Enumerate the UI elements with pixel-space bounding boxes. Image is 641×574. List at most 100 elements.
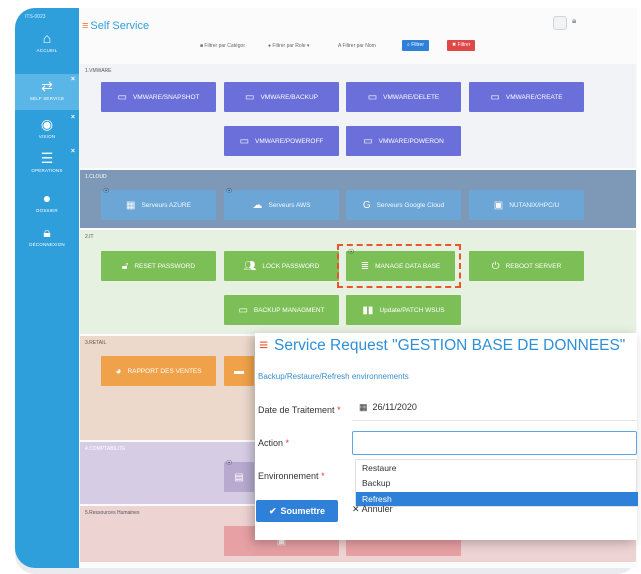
- section-label: 5.Ressources Humaines: [85, 510, 140, 516]
- tile-vmware-create[interactable]: ▭ VMWARE/CREATE: [469, 82, 584, 112]
- hdd-icon: ▭: [245, 91, 255, 103]
- tile-label: Update/PATCH WSUS: [379, 306, 445, 314]
- submit-label: Soumettre: [280, 506, 326, 516]
- modal-title-text: Service Request "GESTION BASE DE DONNEES…: [274, 337, 626, 354]
- action-label: Action *: [258, 438, 289, 448]
- calendar-icon: ▦: [359, 402, 368, 412]
- filter-role[interactable]: ● Filtrer par Role ▾: [268, 43, 309, 49]
- close-icon[interactable]: ×: [71, 148, 75, 155]
- filter-name[interactable]: A Filtrer par Nom: [338, 43, 376, 49]
- highlight-box: [337, 244, 461, 288]
- sidebar-item-label: DÉCONNEXION: [29, 242, 65, 247]
- tile-rapport-des-ventes[interactable]: ◕ RAPPORT DES VENTES: [101, 356, 216, 386]
- date-field[interactable]: ▦ 26/11/2020: [352, 397, 637, 421]
- tile-vmware-poweron[interactable]: ▭ VMWARE/POWERON: [346, 126, 461, 156]
- check-icon: ✔: [268, 505, 277, 516]
- hdd-icon: ▭: [117, 91, 127, 103]
- tile-label: VMWARE/BACKUP: [260, 93, 318, 101]
- action-select[interactable]: [352, 431, 637, 455]
- info-icon: ☉: [226, 188, 233, 195]
- tile-nutanix[interactable]: ▣ NUTANIX/HPC/U: [469, 190, 584, 220]
- section-label: 3.RETAIL: [85, 340, 107, 346]
- cancel-button[interactable]: ✕ Annuler: [352, 504, 393, 515]
- hdd-icon: ▭: [238, 304, 248, 316]
- sidebar-item-accueil[interactable]: ⌂ ACCUEIL: [15, 26, 79, 62]
- close-icon[interactable]: ×: [71, 114, 75, 121]
- tile-azure[interactable]: ☉ ▦ Serveurs AZURE: [101, 188, 216, 220]
- tile-vmware-snapshot[interactable]: ▭ VMWARE/SNAPSHOT: [101, 82, 216, 112]
- tile-vmware-backup[interactable]: ▭ VMWARE/BACKUP: [224, 82, 339, 112]
- tile-label: LOCK PASSWORD: [262, 262, 320, 270]
- section-label: 1.VMWARE: [85, 68, 112, 74]
- section-label: 1.CLOUD: [85, 174, 107, 180]
- sidebar-item-operations[interactable]: × ☰ OPERATIONS: [15, 146, 79, 182]
- filter-category[interactable]: ■ Filtrer par Catégor: [200, 43, 245, 49]
- tile-compta-1[interactable]: ☉ ▤: [224, 460, 254, 492]
- barcode-icon: ▮▮: [362, 304, 374, 316]
- search-icon: ⌕: [407, 42, 410, 48]
- tile-label: RAPPORT DES VENTES: [127, 367, 202, 375]
- option-label: Backup: [362, 478, 391, 488]
- tile-label: Serveurs Google Cloud: [376, 201, 445, 209]
- modal-title: ≡ Service Request "GESTION BASE DE DONNEE…: [259, 337, 625, 355]
- tile-aws[interactable]: ☉ ☁ Serveurs AWS: [224, 188, 339, 220]
- tile-reboot-server[interactable]: ⏻ REBOOT SERVER: [469, 251, 584, 281]
- info-icon: ☉: [226, 460, 233, 467]
- date-label: Date de Traitement *: [258, 405, 341, 415]
- tile-lock-password[interactable]: 👥︎ LOCK PASSWORD: [224, 251, 339, 281]
- date-label-text: Date de Traitement: [258, 405, 335, 415]
- lock-icon: 🔒︎: [43, 224, 51, 240]
- tile-label: NUTANIX/HPC/U: [509, 201, 560, 209]
- home-icon: ⌂: [42, 30, 52, 46]
- dropdown-option-restaure[interactable]: Restaure: [356, 461, 638, 475]
- close-icon[interactable]: ×: [71, 76, 75, 83]
- store-icon: ▬: [234, 365, 244, 377]
- tile-vmware-poweroff[interactable]: ▭ VMWARE/POWEROFF: [224, 126, 339, 156]
- info-icon: ☉: [103, 188, 110, 195]
- menu-icon[interactable]: ≡: [82, 20, 88, 32]
- filter-button[interactable]: ⌕ Filtrer: [402, 40, 429, 51]
- hdd-icon: ▭: [367, 91, 378, 103]
- arrows-swap-icon: ⇄: [41, 78, 53, 94]
- section-label: 2.IT: [85, 234, 94, 240]
- aws-icon: ☁: [252, 199, 263, 211]
- dropdown-option-backup[interactable]: Backup: [356, 476, 638, 490]
- tile-retail-2[interactable]: ▬: [224, 356, 254, 386]
- tile-label: RESET PASSWORD: [134, 262, 196, 270]
- sidebar-item-dossier[interactable]: ● DOSSIER: [15, 186, 79, 222]
- dropdown-option-refresh[interactable]: Refresh: [356, 492, 638, 506]
- sidebar-item-vision[interactable]: × ◉ VISION: [15, 112, 79, 148]
- server-icon: ▣: [493, 199, 504, 211]
- tile-label: VMWARE/POWERON: [378, 137, 444, 145]
- tile-vmware-delete[interactable]: ▭ VMWARE/DELETE: [346, 82, 461, 112]
- reset-filter-button[interactable]: ✖ Filtrer: [447, 40, 476, 51]
- tile-label: VMWARE/DELETE: [383, 93, 440, 101]
- submit-button[interactable]: ✔ Soumettre: [256, 500, 338, 522]
- sidebar-item-deconnexion[interactable]: 🔒︎ DÉCONNEXION: [15, 220, 79, 256]
- sidebar: ITS-0023 ⌂ ACCUEIL × ⇄ SELF SERVICE × ◉ …: [15, 8, 79, 568]
- tile-update-patch-wsus[interactable]: ▮▮ Update/PATCH WSUS: [346, 295, 461, 325]
- tile-reset-password[interactable]: 🔓︎ RESET PASSWORD: [101, 251, 216, 281]
- sidebar-version: ITS-0023: [25, 14, 46, 20]
- tile-label: Serveurs AWS: [268, 201, 311, 209]
- tile-backup-managment[interactable]: ▭ BACKUP MANAGMENT: [224, 295, 339, 325]
- env-label-text: Environnement: [258, 471, 319, 481]
- windows-icon: ▦: [126, 199, 136, 211]
- tile-label: VMWARE/POWEROFF: [255, 137, 324, 145]
- lock-icon[interactable]: 🔒︎: [572, 16, 586, 30]
- tile-label: REBOOT SERVER: [505, 262, 562, 270]
- sidebar-item-self-service[interactable]: × ⇄ SELF SERVICE: [15, 74, 79, 110]
- tile-label: Serveurs AZURE: [141, 201, 191, 209]
- filter-name-label: Filtrer par Nom: [342, 43, 376, 49]
- menu-icon: ≡: [259, 337, 269, 354]
- page-title: ≡ Self Service: [82, 20, 149, 32]
- filter-button-label: Filtrer: [411, 42, 424, 48]
- hdd-icon: ▭: [363, 135, 373, 147]
- action-label-text: Action: [258, 438, 284, 448]
- tile-google-cloud[interactable]: G Serveurs Google Cloud: [346, 190, 461, 220]
- date-value: 26/11/2020: [372, 402, 417, 412]
- action-dropdown: Restaure Backup Refresh: [355, 459, 638, 507]
- window-button[interactable]: [553, 16, 567, 30]
- tile-label: VMWARE/CREATE: [505, 93, 563, 101]
- section-label: 4.COMPTABILITE: [85, 446, 126, 452]
